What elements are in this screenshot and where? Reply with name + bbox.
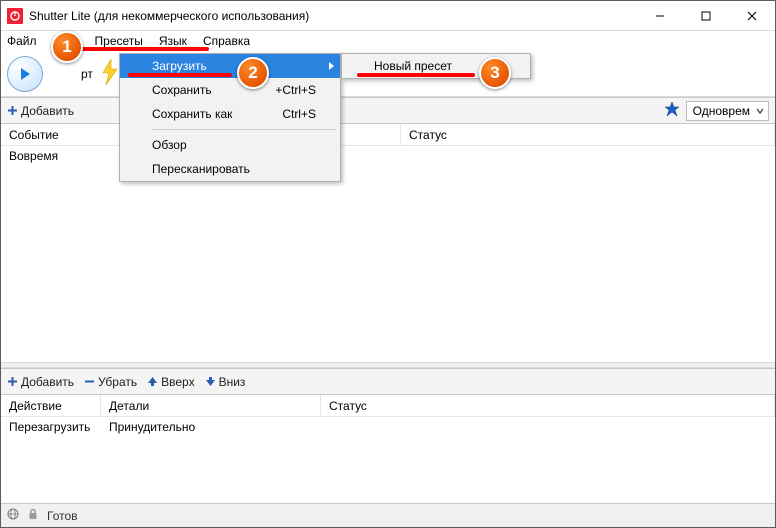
app-window: Shutter Lite (для некоммерческого исполь… [0,0,776,528]
col-action[interactable]: Действие [1,395,101,416]
events-toolbar: Добавить Одноврем [1,97,775,124]
col-details[interactable]: Детали [101,395,321,416]
close-button[interactable] [729,1,775,31]
bolt-icon [101,59,119,88]
arrow-up-icon [147,376,158,387]
menu-file[interactable]: Файл [5,32,45,50]
callout-badge-3: 3 [479,57,511,89]
col-status[interactable]: Статус [401,124,775,145]
callout-badge-1: 1 [51,31,83,63]
menu-save-as[interactable]: Сохранить как Ctrl+S [120,102,340,126]
events-list[interactable]: Вовремя [1,146,775,362]
minus-icon [84,376,95,387]
window-title: Shutter Lite (для некоммерческого исполь… [29,9,309,23]
annotation-underline [128,73,232,77]
col-status2[interactable]: Статус [321,395,775,416]
mode-value: Одноврем [693,104,750,118]
window-buttons [637,1,775,31]
app-icon [7,8,23,24]
callout-badge-2: 2 [237,57,269,89]
actions-add-button[interactable]: Добавить [7,375,74,389]
actions-remove-button[interactable]: Убрать [84,375,137,389]
globe-icon [7,508,19,523]
actions-down-button[interactable]: Вниз [205,375,246,389]
menu-save[interactable]: Сохранить +Ctrl+S [120,78,340,102]
plus-icon [7,376,18,387]
actions-up-button[interactable]: Вверх [147,375,194,389]
events-add-button[interactable]: Добавить [7,104,74,118]
annotation-underline [357,73,475,77]
submenu-arrow-icon [329,62,334,70]
minimize-button[interactable] [637,1,683,31]
details-cell: Принудительно [101,420,203,434]
event-cell: Вовремя [1,149,66,163]
lock-icon [27,508,39,523]
actions-toolbar: Добавить Убрать Вверх Вниз [1,368,775,395]
annotation-underline [75,47,209,51]
status-bar: Готов [1,503,775,527]
maximize-button[interactable] [683,1,729,31]
actions-list[interactable]: Перезагрузить Принудительно [1,417,775,503]
chevron-down-icon [756,107,764,115]
title-bar: Shutter Lite (для некоммерческого исполь… [1,1,775,31]
table-row[interactable]: Вовремя [1,146,775,166]
actions-columns: Действие Детали Статус [1,395,775,417]
table-row[interactable]: Перезагрузить Принудительно [1,417,775,437]
menu-rescan[interactable]: Пересканировать [120,157,340,181]
mode-icon [664,101,680,120]
status-text: Готов [47,509,78,523]
events-columns: Событие Статус [1,124,775,146]
start-label: рт [81,67,93,81]
mode-select[interactable]: Одноврем [686,101,769,121]
start-button[interactable] [7,56,43,92]
arrow-down-icon [205,376,216,387]
plus-icon [7,105,18,116]
menu-browse[interactable]: Обзор [120,133,340,157]
action-cell: Перезагрузить [1,420,101,434]
